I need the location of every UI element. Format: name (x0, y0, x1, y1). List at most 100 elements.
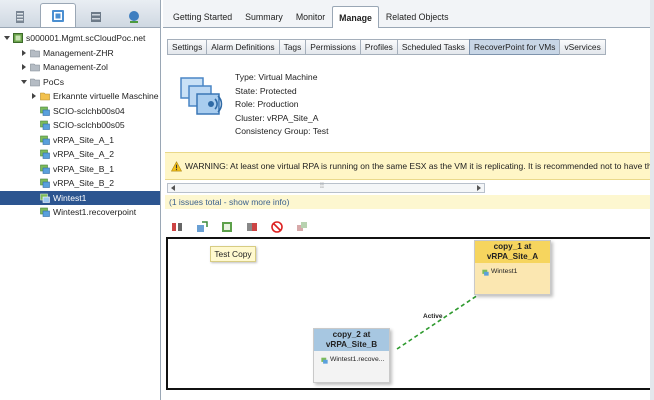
vm-icon (40, 149, 50, 160)
tree-item-label: vRPA_Site_A_2 (53, 149, 114, 160)
tab-manage[interactable]: Manage (332, 6, 379, 28)
tree-item[interactable]: vRPA_Site_A_2 (0, 147, 160, 162)
tree-item[interactable]: Wintest1.recoverpoint (0, 205, 160, 220)
tree-item[interactable]: s000001.Mgmt.scCloudPoc.net (0, 31, 160, 46)
copy-site: vRPA_Site_A (486, 252, 539, 261)
expand-twisty[interactable] (3, 34, 11, 42)
copy-box-site-b[interactable]: copy_2 at vRPA_Site_B Wintest1.recove... (313, 328, 390, 383)
vm-icon (40, 135, 50, 145)
tree-item-label: Wintest1 (53, 192, 87, 203)
object-tabs: Getting Started Summary Monitor Manage R… (163, 0, 654, 28)
copy-name: copy_2 at (332, 330, 371, 339)
protected-vm-icon (179, 72, 225, 118)
copy-box-body: Wintest1 (475, 263, 550, 294)
tree-item[interactable]: vRPA_Site_B_1 (0, 162, 160, 177)
recover-button[interactable] (196, 221, 208, 233)
tab-getting-started[interactable]: Getting Started (167, 7, 238, 27)
expand-twisty[interactable] (20, 49, 28, 57)
recoverpoint-toolbar (171, 221, 321, 235)
hosts-clusters-icon (16, 10, 24, 23)
protect-vm-button[interactable] (171, 221, 183, 233)
vms-templates-icon (52, 9, 64, 22)
vm-consistency-group: Consistency Group: Test (235, 126, 329, 136)
expand-twisty[interactable] (30, 92, 38, 100)
tree-item-label: s000001.Mgmt.scCloudPoc.net (26, 33, 146, 44)
tree-item-label: PoCs (43, 76, 65, 87)
tree-item[interactable]: Erkannte virtuelle Maschine (0, 89, 160, 104)
failover-button[interactable] (246, 221, 258, 233)
expand-twisty[interactable] (20, 63, 28, 71)
tree-item[interactable]: SCIO-sclchb00s04 (0, 104, 160, 119)
warning-banner: WARNING: At least one virtual RPA is run… (165, 152, 654, 180)
folder-gray-icon (30, 48, 40, 58)
vm-icon (40, 106, 50, 116)
vm-icon (40, 178, 50, 189)
tree-item-label: vRPA_Site_A_1 (53, 134, 114, 145)
subtab-tags[interactable]: Tags (278, 39, 307, 55)
folder-gray-icon (30, 77, 40, 87)
warning-scrollbar[interactable]: ⁞⁞ (167, 183, 485, 193)
vm-role: Role: Production (235, 99, 299, 109)
vm-icon (40, 207, 50, 218)
vm-icon (40, 120, 50, 131)
tab-monitor[interactable]: Monitor (290, 7, 331, 27)
folder-yellow-icon (40, 91, 50, 101)
storage-tab[interactable] (78, 5, 114, 27)
failover-icon (247, 223, 257, 231)
scroll-left-icon[interactable] (169, 184, 177, 192)
copy-box-body: Wintest1.recove... (314, 351, 389, 382)
subtab-permissions[interactable]: Permissions (305, 39, 361, 55)
navigator-panel: s000001.Mgmt.scCloudPoc.net Management-Z… (0, 0, 161, 400)
subtab-profiles[interactable]: Profiles (359, 39, 398, 55)
inventory-tree: s000001.Mgmt.scCloudPoc.net Management-Z… (0, 28, 160, 220)
tree-item[interactable]: SCIO-sclchb00s05 (0, 118, 160, 133)
tree-item[interactable]: PoCs (0, 75, 160, 90)
tree-item-label: Erkannte virtuelle Maschine (53, 91, 159, 102)
settings-button[interactable] (296, 221, 308, 233)
test-copy-callout: Test Copy (210, 246, 256, 262)
subtab-settings[interactable]: Settings (167, 39, 208, 55)
disable-button[interactable] (271, 221, 283, 233)
scroll-right-icon[interactable] (475, 184, 483, 192)
subtab-recoverpoint[interactable]: RecoverPoint for VMs (469, 39, 561, 55)
tab-summary[interactable]: Summary (239, 7, 289, 27)
vcenter-icon (13, 33, 23, 44)
tree-item-label: Management-ZHR (43, 47, 114, 58)
tree-item-label: vRPA_Site_B_1 (53, 163, 114, 174)
subtab-alarm-definitions[interactable]: Alarm Definitions (206, 39, 280, 55)
tree-item[interactable]: Management-Zol (0, 60, 160, 75)
tree-item[interactable]: vRPA_Site_A_1 (0, 133, 160, 148)
replication-diagram: Test Copy copy_1 at vRPA_Site_A Wintest1… (166, 237, 654, 390)
copy-name: copy_1 at (493, 242, 532, 251)
vm-icon (40, 193, 50, 203)
settings-icon (297, 222, 307, 231)
vm-type: Type: Virtual Machine (235, 72, 318, 82)
hosts-clusters-tab[interactable] (2, 5, 38, 27)
test-copy-button[interactable] (221, 221, 233, 233)
copy-vm-name: Wintest1.recove... (330, 356, 385, 363)
copy-box-site-a[interactable]: copy_1 at vRPA_Site_A Wintest1 (474, 240, 551, 295)
warning-text: WARNING: At least one virtual RPA is run… (185, 161, 654, 171)
subtab-scheduled-tasks[interactable]: Scheduled Tasks (396, 39, 470, 55)
link-status-label: Active (423, 313, 443, 320)
tree-item[interactable]: vRPA_Site_B_2 (0, 176, 160, 191)
window-scrollbar[interactable] (650, 0, 654, 400)
tree-item-label: vRPA_Site_B_2 (53, 178, 114, 189)
vm-icon (482, 269, 489, 276)
expand-twisty[interactable] (20, 78, 28, 86)
issues-summary-link[interactable]: (1 issues total - show more info) (165, 195, 654, 209)
networking-tab[interactable] (116, 5, 152, 27)
tab-related-objects[interactable]: Related Objects (380, 7, 455, 27)
tree-item-selected[interactable]: Wintest1 (0, 190, 160, 205)
tree-item-label: Wintest1.recoverpoint (53, 207, 137, 218)
tree-item-label: SCIO-sclchb00s05 (53, 120, 125, 131)
manage-subtabs: Settings Alarm Definitions Tags Permissi… (167, 39, 606, 55)
subtab-vservices[interactable]: vServices (559, 39, 606, 55)
tree-item[interactable]: Management-ZHR (0, 46, 160, 61)
scroll-grip-icon[interactable]: ⁞⁞ (320, 183, 324, 190)
copy-vm-name: Wintest1 (491, 268, 518, 275)
vms-templates-tab[interactable] (40, 3, 76, 27)
folder-gray-icon (30, 62, 40, 72)
vm-icon (40, 164, 50, 174)
vm-cluster: Cluster: vRPA_Site_A (235, 112, 319, 123)
